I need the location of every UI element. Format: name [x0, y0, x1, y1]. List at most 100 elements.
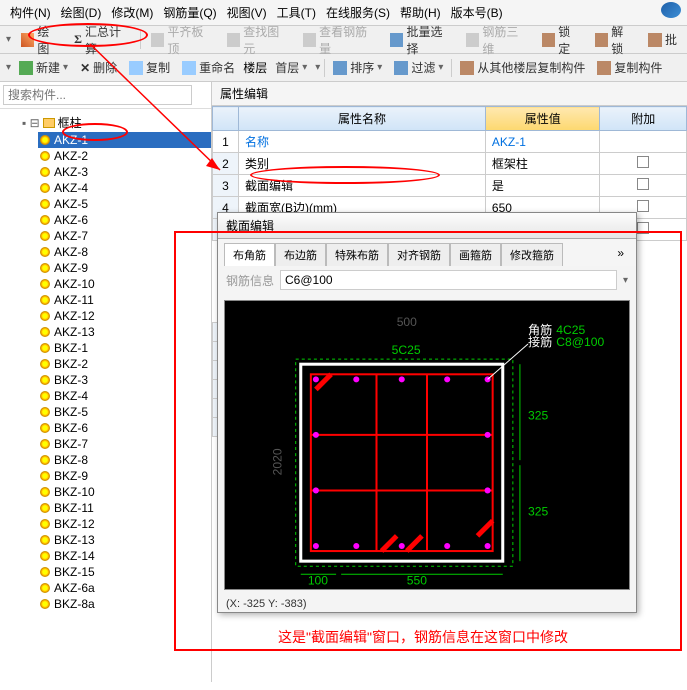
batch-select-button[interactable]: 批量选择 — [386, 21, 456, 59]
node-icon — [40, 311, 50, 321]
tree-item[interactable]: AKZ-6 — [38, 212, 211, 228]
section-canvas[interactable]: 5C25 500 角筋 接筋 4C25 C8@100 325 325 100 5… — [224, 300, 630, 590]
checkbox[interactable] — [637, 178, 649, 190]
node-icon — [40, 279, 50, 289]
tree-item[interactable]: BKZ-11 — [38, 500, 211, 516]
tree-item[interactable]: BKZ-15 — [38, 564, 211, 580]
checkbox[interactable] — [637, 222, 649, 234]
floor-select[interactable]: 首层 ▾ — [271, 57, 311, 78]
tree-root[interactable]: ▪ ⊟ 框柱 — [20, 113, 211, 132]
copy-from-floor-button[interactable]: 从其他楼层复制构件 — [456, 57, 589, 78]
component-tree[interactable]: ▪ ⊟ 框柱 AKZ-1AKZ-2AKZ-3AKZ-4AKZ-5AKZ-6AKZ… — [0, 109, 211, 682]
tree-item[interactable]: BKZ-8 — [38, 452, 211, 468]
prop-extra[interactable] — [600, 175, 687, 197]
node-icon — [40, 231, 50, 241]
search-icon — [227, 33, 240, 47]
sort-button[interactable]: 排序▾ — [329, 57, 386, 78]
find-rebar-button[interactable]: 查看钢筋量 — [299, 21, 380, 59]
unlock-button[interactable]: 解锁 — [591, 21, 638, 59]
node-icon — [40, 503, 50, 513]
rename-button[interactable]: 重命名 — [178, 57, 239, 78]
tree-item[interactable]: BKZ-8a — [38, 596, 211, 612]
folder-icon — [43, 118, 55, 128]
tree-item-label: AKZ-6a — [54, 581, 95, 595]
batch-icon — [648, 33, 662, 47]
prop-value[interactable]: 框架柱 — [485, 153, 600, 175]
checkbox[interactable] — [637, 156, 649, 168]
tree-item-label: AKZ-10 — [54, 277, 95, 291]
prop-value[interactable]: AKZ-1 — [485, 131, 600, 153]
sum-button[interactable]: Σ 汇总计算 — [70, 21, 134, 59]
level-icon — [151, 33, 164, 47]
tab-align-bar[interactable]: 对齐钢筋 — [388, 243, 450, 266]
tree-item[interactable]: BKZ-14 — [38, 548, 211, 564]
tree-item[interactable]: BKZ-3 — [38, 372, 211, 388]
tree-item[interactable]: BKZ-6 — [38, 420, 211, 436]
node-icon — [40, 295, 50, 305]
rebar-info-input[interactable] — [280, 270, 617, 290]
tree-item[interactable]: AKZ-11 — [38, 292, 211, 308]
new-button[interactable]: 新建▾ — [15, 57, 72, 78]
tree-panel: ▪ ⊟ 框柱 AKZ-1AKZ-2AKZ-3AKZ-4AKZ-5AKZ-6AKZ… — [0, 82, 212, 682]
filter-button[interactable]: 过滤▾ — [390, 57, 447, 78]
level-button[interactable]: 平齐板顶 — [147, 21, 217, 59]
tree-item[interactable]: BKZ-13 — [38, 532, 211, 548]
copy-button[interactable]: 复制 — [125, 57, 174, 78]
tab-edit-stirrup[interactable]: 修改箍筋 — [501, 243, 563, 266]
tree-item[interactable]: BKZ-7 — [38, 436, 211, 452]
collapse-icon[interactable]: ▪ ⊟ — [22, 116, 40, 130]
tree-item[interactable]: AKZ-3 — [38, 164, 211, 180]
table-row[interactable]: 2类别框架柱 — [213, 153, 687, 175]
dropdown-icon[interactable]: ▾ — [6, 62, 11, 73]
tree-item[interactable]: AKZ-4 — [38, 180, 211, 196]
tree-item[interactable]: BKZ-1 — [38, 340, 211, 356]
svg-text:325: 325 — [528, 409, 548, 423]
rebar3d-button[interactable]: 钢筋三维 — [462, 21, 532, 59]
tab-draw-stirrup[interactable]: 画箍筋 — [450, 243, 501, 266]
tree-item[interactable]: AKZ-8 — [38, 244, 211, 260]
lock-button[interactable]: 锁定 — [538, 21, 585, 59]
tree-item[interactable]: AKZ-6a — [38, 580, 211, 596]
search-input[interactable] — [3, 85, 192, 105]
tree-item-label: BKZ-8 — [54, 453, 88, 467]
col-name: 属性名称 — [239, 107, 486, 131]
tabs-more-icon[interactable]: » — [611, 243, 630, 266]
tree-item[interactable]: AKZ-9 — [38, 260, 211, 276]
node-icon — [40, 167, 50, 177]
checkbox[interactable] — [637, 200, 649, 212]
tab-corner-bar[interactable]: 布角筋 — [224, 243, 275, 266]
copy-from-icon — [460, 61, 474, 75]
node-icon — [40, 359, 50, 369]
dropdown-icon[interactable]: ▾ — [315, 62, 320, 73]
tree-item[interactable]: AKZ-10 — [38, 276, 211, 292]
tab-edge-bar[interactable]: 布边筋 — [275, 243, 326, 266]
tree-item[interactable]: AKZ-13 — [38, 324, 211, 340]
batch-button[interactable]: 批 — [644, 29, 681, 50]
tab-special-bar[interactable]: 特殊布筋 — [326, 243, 388, 266]
dropdown-icon[interactable]: ▾ — [623, 275, 628, 286]
tree-item[interactable]: BKZ-10 — [38, 484, 211, 500]
prop-value[interactable]: 是 — [485, 175, 600, 197]
prop-extra[interactable] — [600, 153, 687, 175]
dialog-title: 截面编辑 — [218, 213, 636, 239]
svg-text:500: 500 — [397, 315, 417, 329]
tree-item[interactable]: AKZ-12 — [38, 308, 211, 324]
draw-button[interactable]: 绘图 — [17, 21, 64, 59]
tree-item[interactable]: AKZ-5 — [38, 196, 211, 212]
node-icon — [40, 183, 50, 193]
tree-item[interactable]: AKZ-2 — [38, 148, 211, 164]
tree-item[interactable]: BKZ-9 — [38, 468, 211, 484]
tree-item[interactable]: BKZ-2 — [38, 356, 211, 372]
tree-item[interactable]: BKZ-12 — [38, 516, 211, 532]
tree-item[interactable]: AKZ-1 — [38, 132, 211, 148]
tree-item[interactable]: AKZ-7 — [38, 228, 211, 244]
tree-item[interactable]: BKZ-4 — [38, 388, 211, 404]
delete-button[interactable]: ✕ 删除 — [76, 57, 121, 78]
dropdown-icon[interactable]: ▾ — [6, 34, 11, 45]
prop-extra[interactable] — [600, 131, 687, 153]
table-row[interactable]: 3截面编辑是 — [213, 175, 687, 197]
copy-to-button[interactable]: 复制构件 — [593, 57, 666, 78]
tree-item[interactable]: BKZ-5 — [38, 404, 211, 420]
find-button[interactable]: 查找图元 — [223, 21, 293, 59]
table-row[interactable]: 1名称AKZ-1 — [213, 131, 687, 153]
